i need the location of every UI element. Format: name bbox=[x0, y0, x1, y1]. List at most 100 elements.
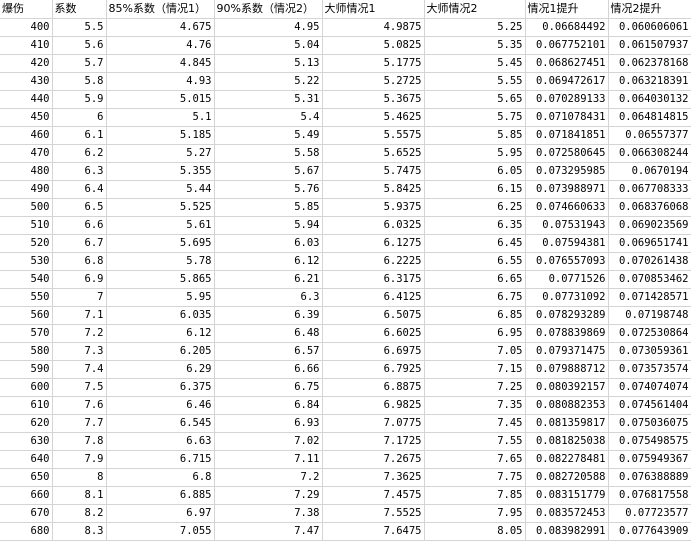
cell-85-xishu[interactable]: 6.63 bbox=[106, 432, 215, 451]
cell-tisheng-1[interactable]: 0.083151779 bbox=[525, 486, 609, 505]
cell-xishu[interactable]: 6.5 bbox=[52, 198, 107, 217]
cell-baoshang[interactable]: 510 bbox=[0, 216, 53, 235]
cell-dashi-2[interactable]: 5.35 bbox=[424, 36, 526, 55]
cell-dashi-1[interactable]: 4.9875 bbox=[322, 18, 425, 37]
cell-dashi-1[interactable]: 5.3675 bbox=[322, 90, 425, 109]
cell-85-xishu[interactable]: 5.015 bbox=[106, 90, 215, 109]
cell-85-xishu[interactable]: 6.205 bbox=[106, 342, 215, 361]
cell-tisheng-2[interactable]: 0.064030132 bbox=[608, 90, 691, 109]
cell-xishu[interactable]: 5.8 bbox=[52, 72, 107, 91]
cell-xishu[interactable]: 6.7 bbox=[52, 234, 107, 253]
cell-tisheng-1[interactable]: 0.072580645 bbox=[525, 144, 609, 163]
cell-85-xishu[interactable]: 6.885 bbox=[106, 486, 215, 505]
header-cell-baoshang[interactable]: 爆伤 bbox=[0, 0, 53, 19]
cell-xishu[interactable]: 6.6 bbox=[52, 216, 107, 235]
cell-dashi-2[interactable]: 5.55 bbox=[424, 72, 526, 91]
cell-85-xishu[interactable]: 5.865 bbox=[106, 270, 215, 289]
cell-tisheng-2[interactable]: 0.075949367 bbox=[608, 450, 691, 469]
cell-85-xishu[interactable]: 5.78 bbox=[106, 252, 215, 271]
cell-baoshang[interactable]: 440 bbox=[0, 90, 53, 109]
cell-90-xishu[interactable]: 6.21 bbox=[214, 270, 323, 289]
header-cell-85-xishu[interactable]: 85%系数（情况1） bbox=[106, 0, 215, 19]
cell-85-xishu[interactable]: 5.185 bbox=[106, 126, 215, 145]
cell-dashi-2[interactable]: 6.35 bbox=[424, 216, 526, 235]
cell-xishu[interactable]: 5.9 bbox=[52, 90, 107, 109]
cell-90-xishu[interactable]: 6.3 bbox=[214, 288, 323, 307]
cell-dashi-1[interactable]: 5.2725 bbox=[322, 72, 425, 91]
cell-xishu[interactable]: 7.7 bbox=[52, 414, 107, 433]
cell-baoshang[interactable]: 540 bbox=[0, 270, 53, 289]
cell-85-xishu[interactable]: 6.97 bbox=[106, 504, 215, 523]
cell-85-xishu[interactable]: 7.055 bbox=[106, 522, 215, 541]
cell-tisheng-1[interactable]: 0.081825038 bbox=[525, 432, 609, 451]
cell-dashi-1[interactable]: 6.0325 bbox=[322, 216, 425, 235]
cell-90-xishu[interactable]: 7.47 bbox=[214, 522, 323, 541]
cell-tisheng-2[interactable]: 0.076817558 bbox=[608, 486, 691, 505]
cell-xishu[interactable]: 6.9 bbox=[52, 270, 107, 289]
cell-baoshang[interactable]: 530 bbox=[0, 252, 53, 271]
cell-tisheng-1[interactable]: 0.082720588 bbox=[525, 468, 609, 487]
cell-xishu[interactable]: 6.4 bbox=[52, 180, 107, 199]
cell-tisheng-1[interactable]: 0.080882353 bbox=[525, 396, 609, 415]
cell-tisheng-1[interactable]: 0.083572453 bbox=[525, 504, 609, 523]
cell-90-xishu[interactable]: 7.29 bbox=[214, 486, 323, 505]
cell-tisheng-1[interactable]: 0.07594381 bbox=[525, 234, 609, 253]
cell-85-xishu[interactable]: 5.695 bbox=[106, 234, 215, 253]
cell-tisheng-2[interactable]: 0.071428571 bbox=[608, 288, 691, 307]
cell-tisheng-2[interactable]: 0.073059361 bbox=[608, 342, 691, 361]
cell-dashi-1[interactable]: 5.0825 bbox=[322, 36, 425, 55]
cell-tisheng-2[interactable]: 0.067708333 bbox=[608, 180, 691, 199]
cell-85-xishu[interactable]: 5.27 bbox=[106, 144, 215, 163]
cell-90-xishu[interactable]: 7.38 bbox=[214, 504, 323, 523]
cell-90-xishu[interactable]: 5.49 bbox=[214, 126, 323, 145]
cell-dashi-1[interactable]: 5.9375 bbox=[322, 198, 425, 217]
cell-xishu[interactable]: 7.5 bbox=[52, 378, 107, 397]
cell-tisheng-2[interactable]: 0.0670194 bbox=[608, 162, 691, 181]
cell-tisheng-2[interactable]: 0.060606061 bbox=[608, 18, 691, 37]
cell-baoshang[interactable]: 610 bbox=[0, 396, 53, 415]
cell-90-xishu[interactable]: 5.58 bbox=[214, 144, 323, 163]
header-cell-xishu[interactable]: 系数 bbox=[52, 0, 107, 19]
cell-85-xishu[interactable]: 6.12 bbox=[106, 324, 215, 343]
cell-90-xishu[interactable]: 5.4 bbox=[214, 108, 323, 127]
cell-xishu[interactable]: 7.2 bbox=[52, 324, 107, 343]
cell-85-xishu[interactable]: 5.44 bbox=[106, 180, 215, 199]
cell-xishu[interactable]: 6.3 bbox=[52, 162, 107, 181]
cell-xishu[interactable]: 8.3 bbox=[52, 522, 107, 541]
cell-xishu[interactable]: 5.6 bbox=[52, 36, 107, 55]
cell-dashi-1[interactable]: 7.5525 bbox=[322, 504, 425, 523]
cell-baoshang[interactable]: 650 bbox=[0, 468, 53, 487]
cell-tisheng-1[interactable]: 0.07731092 bbox=[525, 288, 609, 307]
cell-90-xishu[interactable]: 6.93 bbox=[214, 414, 323, 433]
cell-tisheng-1[interactable]: 0.081359817 bbox=[525, 414, 609, 433]
header-cell-dashi-2[interactable]: 大师情况2 bbox=[424, 0, 526, 19]
cell-xishu[interactable]: 8.1 bbox=[52, 486, 107, 505]
cell-baoshang[interactable]: 560 bbox=[0, 306, 53, 325]
cell-85-xishu[interactable]: 4.675 bbox=[106, 18, 215, 37]
cell-dashi-2[interactable]: 8.05 bbox=[424, 522, 526, 541]
cell-dashi-1[interactable]: 7.2675 bbox=[322, 450, 425, 469]
cell-dashi-2[interactable]: 7.15 bbox=[424, 360, 526, 379]
cell-dashi-2[interactable]: 6.65 bbox=[424, 270, 526, 289]
cell-dashi-2[interactable]: 5.85 bbox=[424, 126, 526, 145]
cell-tisheng-2[interactable]: 0.075036075 bbox=[608, 414, 691, 433]
cell-85-xishu[interactable]: 6.035 bbox=[106, 306, 215, 325]
cell-85-xishu[interactable]: 6.46 bbox=[106, 396, 215, 415]
cell-baoshang[interactable]: 480 bbox=[0, 162, 53, 181]
cell-tisheng-2[interactable]: 0.069651741 bbox=[608, 234, 691, 253]
cell-90-xishu[interactable]: 5.67 bbox=[214, 162, 323, 181]
header-cell-90-xishu[interactable]: 90%系数（情况2） bbox=[214, 0, 323, 19]
cell-xishu[interactable]: 7.9 bbox=[52, 450, 107, 469]
cell-85-xishu[interactable]: 4.93 bbox=[106, 72, 215, 91]
cell-90-xishu[interactable]: 6.03 bbox=[214, 234, 323, 253]
cell-85-xishu[interactable]: 6.29 bbox=[106, 360, 215, 379]
cell-dashi-2[interactable]: 7.25 bbox=[424, 378, 526, 397]
cell-baoshang[interactable]: 520 bbox=[0, 234, 53, 253]
cell-baoshang[interactable]: 640 bbox=[0, 450, 53, 469]
cell-baoshang[interactable]: 490 bbox=[0, 180, 53, 199]
cell-tisheng-1[interactable]: 0.07531943 bbox=[525, 216, 609, 235]
cell-dashi-2[interactable]: 5.45 bbox=[424, 54, 526, 73]
cell-dashi-2[interactable]: 6.25 bbox=[424, 198, 526, 217]
cell-tisheng-2[interactable]: 0.074561404 bbox=[608, 396, 691, 415]
cell-85-xishu[interactable]: 4.76 bbox=[106, 36, 215, 55]
